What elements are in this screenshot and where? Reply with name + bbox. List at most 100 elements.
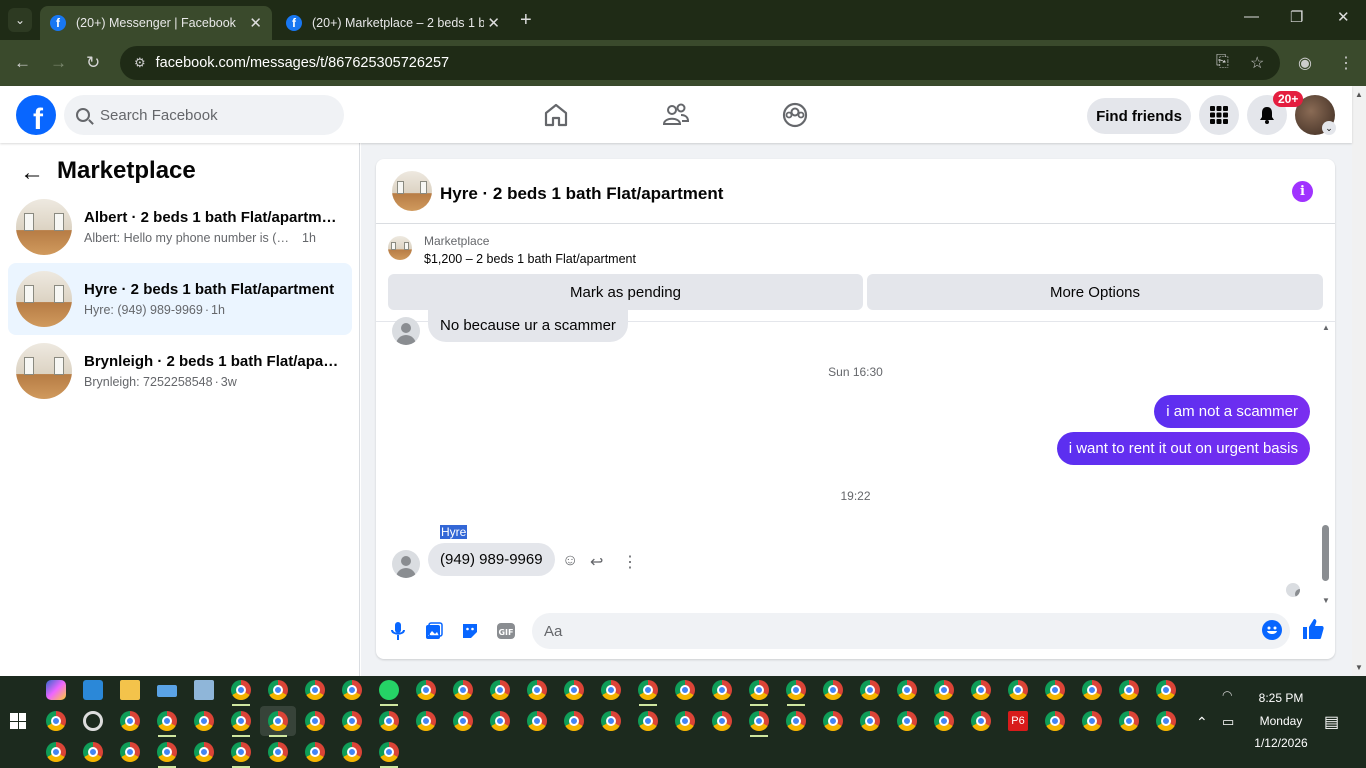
- chrome-icon[interactable]: [1156, 711, 1176, 731]
- sticker-icon[interactable]: [460, 621, 480, 641]
- mark-as-pending-button[interactable]: Mark as pending: [388, 274, 863, 310]
- restore-icon[interactable]: ❐: [1290, 8, 1303, 26]
- chrome-icon[interactable]: [83, 742, 103, 762]
- microsoft-store-icon[interactable]: [83, 680, 103, 700]
- new-tab-icon[interactable]: +: [520, 9, 532, 32]
- find-friends-button[interactable]: Find friends: [1087, 98, 1191, 134]
- chrome-icon[interactable]: [453, 711, 473, 731]
- copilot-icon[interactable]: [46, 680, 66, 700]
- chrome-icon[interactable]: [823, 680, 843, 700]
- chrome-icon[interactable]: [194, 711, 214, 731]
- windows-start-icon[interactable]: [10, 713, 26, 729]
- chrome-icon[interactable]: [305, 680, 325, 700]
- chrome-icon[interactable]: [860, 680, 880, 700]
- chrome-icon[interactable]: [675, 711, 695, 731]
- chat-title[interactable]: Hyre · 2 beds 1 bath Flat/apartment: [440, 184, 723, 204]
- conversation-hyre[interactable]: Hyre · 2 beds 1 bath Flat/apartment Hyre…: [8, 263, 352, 335]
- chrome-icon[interactable]: [527, 680, 547, 700]
- chrome-icon[interactable]: [1008, 680, 1028, 700]
- listing-small-thumbnail[interactable]: [388, 236, 412, 260]
- photo-icon[interactable]: [424, 621, 444, 641]
- chrome-icon[interactable]: [897, 680, 917, 700]
- site-settings-icon[interactable]: ⚙: [134, 55, 146, 71]
- chrome-icon[interactable]: [120, 711, 140, 731]
- chrome-icon[interactable]: [342, 711, 362, 731]
- chrome-icon[interactable]: [268, 680, 288, 700]
- reply-icon[interactable]: ↩: [590, 552, 603, 572]
- chrome-icon[interactable]: [934, 711, 954, 731]
- chrome-icon[interactable]: [157, 711, 177, 731]
- chrome-icon[interactable]: [46, 742, 66, 762]
- clock-date[interactable]: 1/12/2026: [1250, 736, 1312, 750]
- chrome-icon[interactable]: [157, 742, 177, 762]
- chrome-icon[interactable]: [786, 680, 806, 700]
- chrome-icon[interactable]: [971, 711, 991, 731]
- chrome-icon[interactable]: [971, 680, 991, 700]
- chrome-icon[interactable]: [453, 680, 473, 700]
- chrome-icon[interactable]: [638, 680, 658, 700]
- page-scrollbar[interactable]: ▲ ▼: [1352, 86, 1366, 676]
- tab-close-icon[interactable]: ✕: [487, 14, 500, 32]
- chrome-icon[interactable]: [231, 711, 251, 731]
- chrome-icon[interactable]: [638, 711, 658, 731]
- chrome-icon[interactable]: [379, 711, 399, 731]
- chrome-icon[interactable]: [416, 711, 436, 731]
- search-input[interactable]: Search Facebook: [64, 95, 344, 135]
- chevron-down-icon[interactable]: ⌄: [1322, 121, 1336, 135]
- clock-time[interactable]: 8:25 PM: [1250, 691, 1312, 705]
- thumbs-up-icon[interactable]: [1301, 617, 1325, 641]
- chrome-icon[interactable]: [860, 711, 880, 731]
- chrome-icon[interactable]: [564, 680, 584, 700]
- react-emoji-icon[interactable]: ☺: [562, 552, 578, 570]
- chrome-icon[interactable]: [194, 742, 214, 762]
- chrome-icon[interactable]: [342, 680, 362, 700]
- battery-icon[interactable]: ▭: [1222, 714, 1234, 730]
- tab-messenger[interactable]: f (20+) Messenger | Facebook ✕: [40, 6, 272, 40]
- message-scrollbar-thumb[interactable]: [1322, 525, 1329, 581]
- home-icon[interactable]: [541, 100, 571, 130]
- forward-icon[interactable]: →: [50, 53, 67, 73]
- chrome-icon[interactable]: [786, 711, 806, 731]
- chrome-icon[interactable]: [712, 680, 732, 700]
- minimize-icon[interactable]: —: [1244, 8, 1259, 25]
- clock-day[interactable]: Monday: [1250, 714, 1312, 728]
- more-actions-icon[interactable]: ⋮: [622, 552, 638, 572]
- chrome-icon[interactable]: [675, 680, 695, 700]
- tab-marketplace[interactable]: f (20+) Marketplace – 2 beds 1 bath ✕: [276, 6, 510, 40]
- notification-center-icon[interactable]: ▤: [1324, 712, 1339, 732]
- info-icon[interactable]: i: [1292, 181, 1313, 202]
- chrome-icon[interactable]: [601, 680, 621, 700]
- chrome-icon[interactable]: [342, 742, 362, 762]
- chrome-icon[interactable]: [823, 711, 843, 731]
- chrome-icon[interactable]: [1045, 680, 1065, 700]
- chrome-icon[interactable]: [1045, 711, 1065, 731]
- message-input[interactable]: Aa: [532, 613, 1290, 649]
- back-icon[interactable]: ←: [14, 53, 31, 73]
- chrome-icon[interactable]: [749, 711, 769, 731]
- browser-menu-icon[interactable]: ⋮: [1338, 53, 1354, 73]
- chrome-icon[interactable]: [305, 711, 325, 731]
- chrome-icon[interactable]: [379, 742, 399, 762]
- chrome-icon[interactable]: [749, 680, 769, 700]
- more-options-button[interactable]: More Options: [867, 274, 1323, 310]
- chrome-icon[interactable]: [712, 711, 732, 731]
- chat-listing-thumbnail[interactable]: [392, 171, 432, 211]
- chrome-icon[interactable]: [934, 680, 954, 700]
- p6-app-icon[interactable]: P6: [1008, 711, 1028, 731]
- emoji-icon[interactable]: [1262, 620, 1282, 640]
- chrome-icon[interactable]: [268, 711, 288, 731]
- url-bar[interactable]: ⚙ facebook.com/messages/t/86762530572625…: [120, 46, 1280, 80]
- chrome-icon[interactable]: [231, 742, 251, 762]
- chrome-icon[interactable]: [305, 742, 325, 762]
- reload-icon[interactable]: ↻: [86, 53, 100, 73]
- conversation-albert[interactable]: Albert · 2 beds 1 bath Flat/apartment Al…: [8, 191, 352, 263]
- menu-grid-button[interactable]: [1199, 95, 1239, 135]
- chrome-icon[interactable]: [1156, 680, 1176, 700]
- chrome-icon[interactable]: [416, 680, 436, 700]
- notepad-icon[interactable]: [194, 680, 214, 700]
- chrome-icon[interactable]: [46, 711, 66, 731]
- gif-icon[interactable]: GIF: [496, 621, 516, 641]
- chrome-icon[interactable]: [231, 680, 251, 700]
- chrome-icon[interactable]: [490, 711, 510, 731]
- chrome-icon[interactable]: [1082, 680, 1102, 700]
